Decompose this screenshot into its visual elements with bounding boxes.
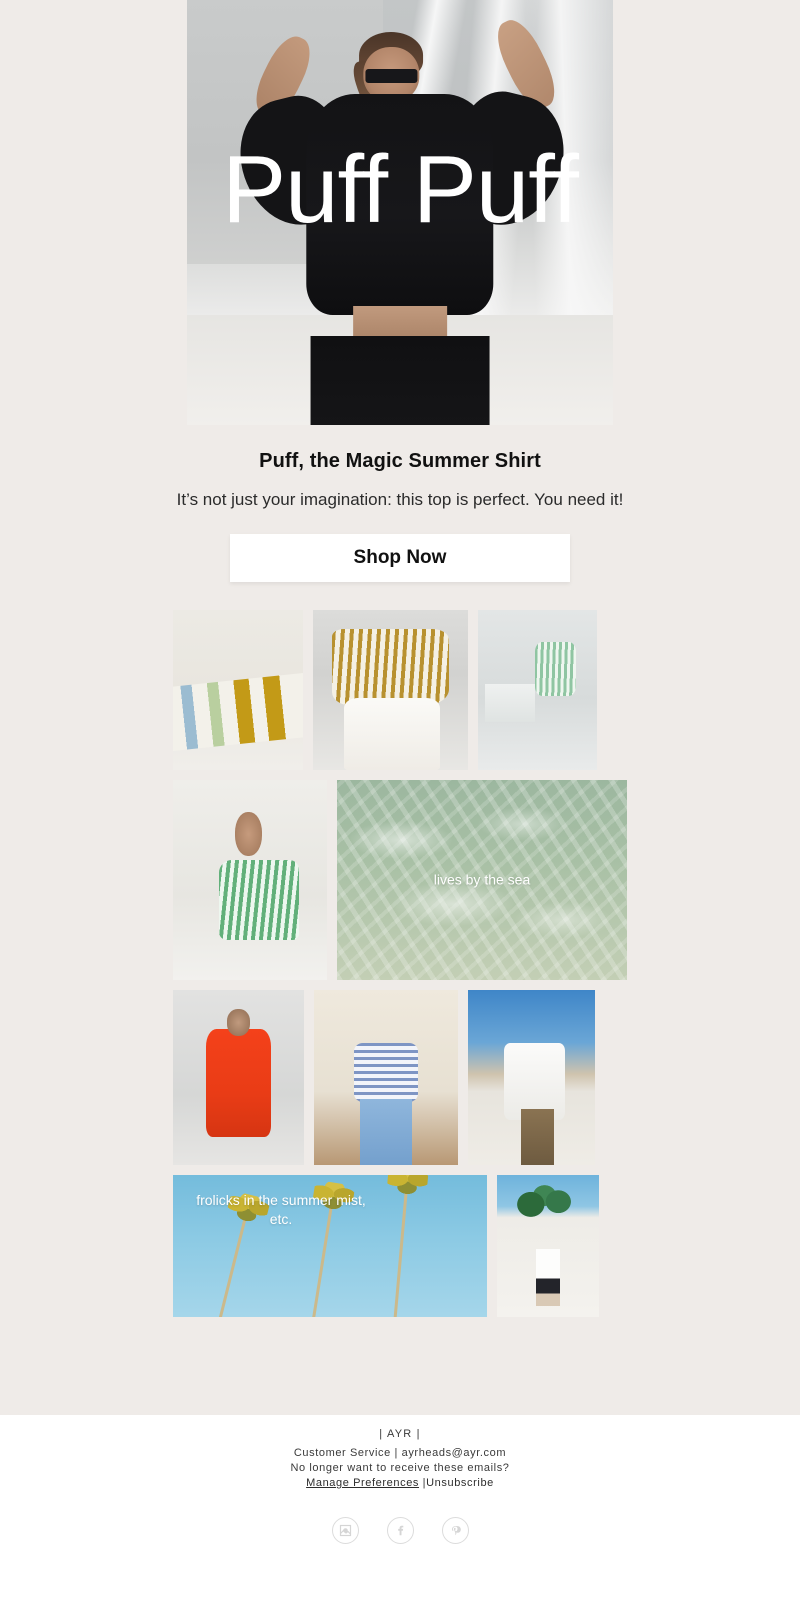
footer-preference-links: Manage Preferences |Unsubscribe	[0, 1476, 800, 1491]
palm-tree-3	[385, 1175, 428, 1317]
email-footer: | AYR | Customer Service | ayrheads@ayr.…	[0, 1415, 800, 1606]
woman-in-green-stripes-on-steps-art	[478, 610, 597, 770]
cta-container: Shop Now	[0, 534, 800, 582]
woman-in-red-shirt-dress[interactable]	[173, 990, 304, 1165]
sunglasses-icon	[365, 68, 418, 84]
striped-quilt-blanket-art	[173, 610, 303, 770]
grid-row	[173, 990, 627, 1165]
footer-unsubscribe-question: No longer want to receive these emails?	[290, 1462, 510, 1474]
hero-overlay-title: Puff Puff	[222, 136, 579, 243]
woman-in-breton-stripe-top[interactable]	[314, 990, 458, 1165]
grid-row	[173, 610, 627, 770]
unsubscribe-link[interactable]: Unsubscribe	[426, 1477, 494, 1489]
email-body: Puff Puff Puff, the Magic Summer Shirt I…	[0, 0, 800, 1317]
woman-in-green-striped-shirt-seated[interactable]	[173, 780, 327, 980]
woman-in-white-shirt-desert-art	[468, 990, 595, 1165]
hero-banner[interactable]: Puff Puff	[187, 0, 613, 425]
hero-model-skirt	[310, 335, 490, 425]
woman-in-green-stripes-on-steps[interactable]	[478, 610, 597, 770]
palm-trees-blue-sky-overlay-text: frolicks in the summer mist, etc.	[196, 1192, 366, 1227]
woman-white-shirt-black-shorts[interactable]	[497, 1175, 599, 1317]
footer-customer-service[interactable]: Customer Service | ayrheads@ayr.com	[0, 1446, 800, 1461]
woman-in-green-striped-shirt-seated-art	[173, 780, 327, 980]
subheadline: It’s not just your imagination: this top…	[176, 490, 624, 509]
social-links	[0, 1517, 800, 1544]
product-image-grid: lives by the sea frolicks in the summer m…	[173, 610, 627, 1317]
striped-quilt-blanket[interactable]	[173, 610, 303, 770]
grid-row: frolicks in the summer mist, etc.	[173, 1175, 627, 1317]
manage-preferences-link[interactable]: Manage Preferences	[306, 1477, 419, 1489]
woman-white-shirt-black-shorts-art	[497, 1175, 599, 1317]
woman-in-red-shirt-dress-art	[173, 990, 304, 1165]
palm-trees-blue-sky[interactable]: frolicks in the summer mist, etc.	[173, 1175, 487, 1317]
shop-now-button[interactable]: Shop Now	[230, 534, 570, 582]
page-title: Puff, the Magic Summer Shirt	[259, 450, 541, 472]
facebook-icon[interactable]	[386, 1517, 414, 1544]
instagram-icon[interactable]	[331, 1517, 359, 1544]
sea-water-surface-overlay-text: lives by the sea	[433, 871, 531, 888]
email-page: Puff Puff Puff, the Magic Summer Shirt I…	[0, 0, 800, 1606]
sea-water-surface[interactable]: lives by the sea	[337, 780, 627, 980]
pinterest-icon[interactable]	[441, 1517, 469, 1544]
woman-in-gold-striped-shirt[interactable]	[313, 610, 468, 770]
woman-in-breton-stripe-top-art	[314, 990, 458, 1165]
footer-brand: | AYR |	[379, 1428, 421, 1440]
woman-in-white-shirt-desert[interactable]	[468, 990, 595, 1165]
woman-in-gold-striped-shirt-art	[313, 610, 468, 770]
grid-row: lives by the sea	[173, 780, 627, 980]
palm-crown	[385, 1175, 428, 1200]
